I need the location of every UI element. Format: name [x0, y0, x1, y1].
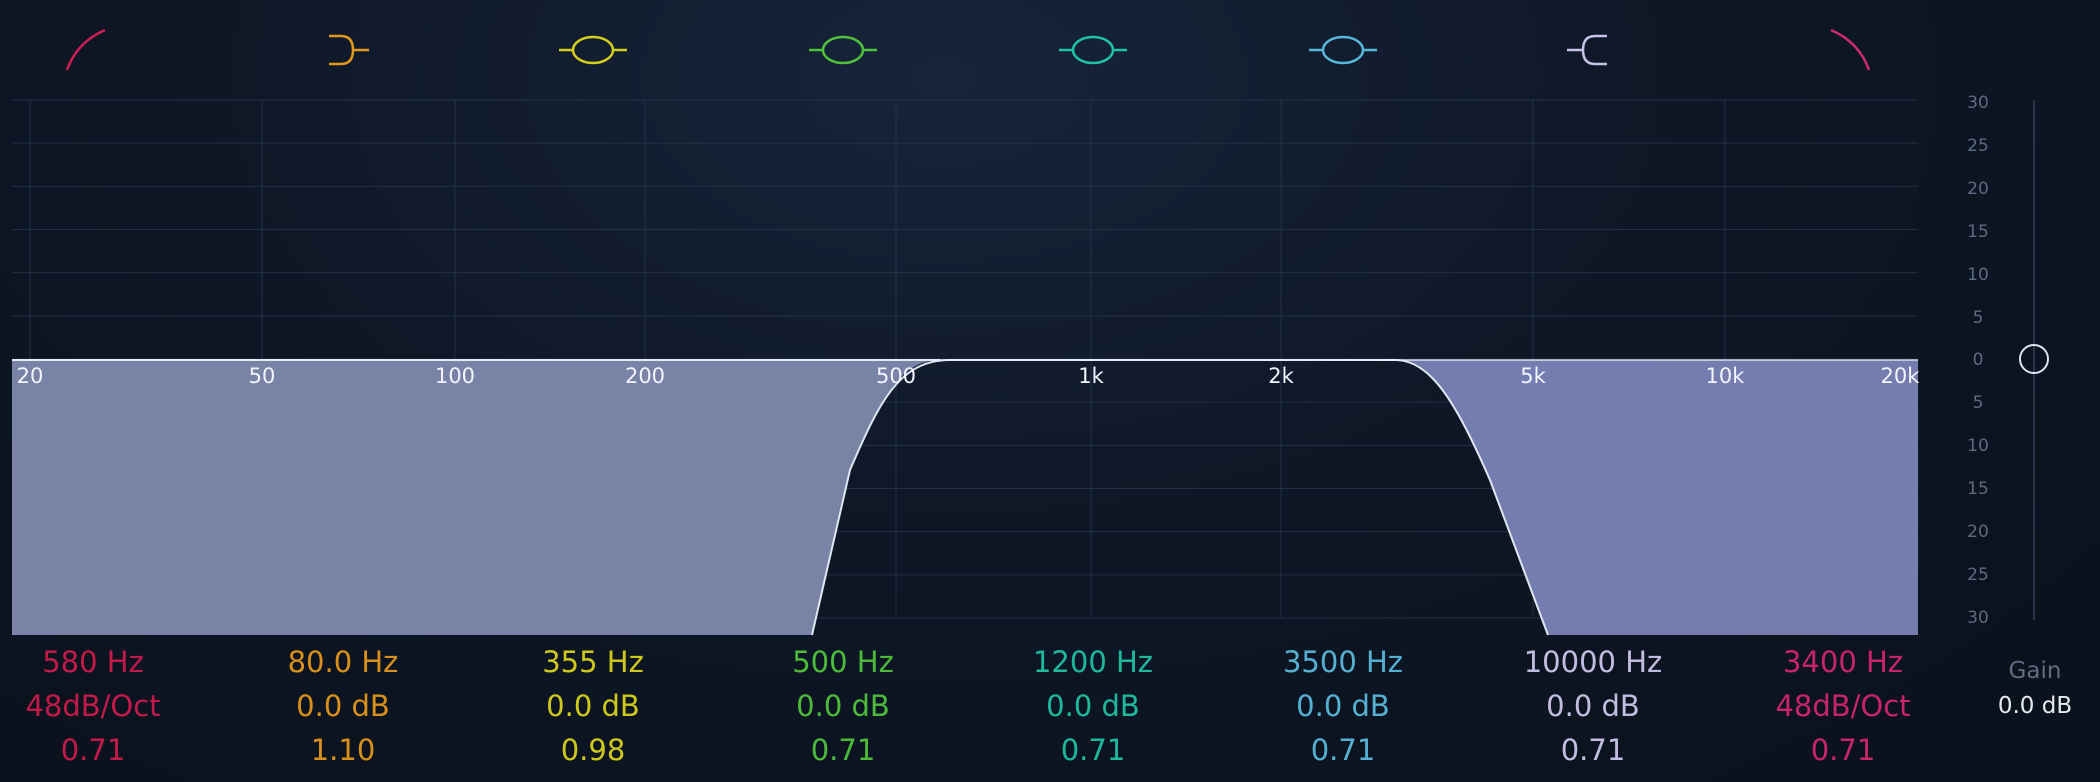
db-tick-label: 10 — [1967, 265, 1989, 285]
db-tick-label: 5 — [1972, 308, 1984, 328]
freq-tick-label: 10k — [1705, 364, 1745, 388]
freq-tick-label: 50 — [248, 364, 276, 388]
band-8-frequency[interactable]: 3400 Hz — [1723, 640, 1963, 684]
band-1-params: 580 Hz 48dB/Oct 0.71 — [0, 640, 213, 772]
band-6-q[interactable]: 0.71 — [1223, 728, 1463, 772]
band-1-frequency[interactable]: 580 Hz — [0, 640, 213, 684]
band-3-gain[interactable]: 0.0 dB — [473, 684, 713, 728]
band-6-params: 3500 Hz 0.0 dB 0.71 — [1223, 640, 1463, 772]
band-7-frequency[interactable]: 10000 Hz — [1473, 640, 1713, 684]
band-7-q[interactable]: 0.71 — [1473, 728, 1713, 772]
gain-value[interactable]: 0.0 dB — [1990, 693, 2080, 719]
band-4-q[interactable]: 0.71 — [723, 728, 963, 772]
band-4-params: 500 Hz 0.0 dB 0.71 — [723, 640, 963, 772]
band-3-frequency[interactable]: 355 Hz — [473, 640, 713, 684]
db-tick-label: 0 — [1972, 350, 1984, 370]
band-7-params: 10000 Hz 0.0 dB 0.71 — [1473, 640, 1713, 772]
band-3-params: 355 Hz 0.0 dB 0.98 — [473, 640, 713, 772]
db-tick-label: 5 — [1972, 393, 1984, 413]
band-2-low-shelf-icon[interactable] — [303, 24, 383, 76]
db-tick-label: 30 — [1967, 93, 1989, 113]
band-4-gain[interactable]: 0.0 dB — [723, 684, 963, 728]
band-1-high-pass-filter-icon[interactable] — [53, 24, 133, 76]
freq-tick-label: 200 — [624, 364, 666, 388]
gain-slider-knob[interactable] — [2019, 344, 2049, 374]
band-2-params: 80.0 Hz 0.0 dB 1.10 — [223, 640, 463, 772]
band-6-gain[interactable]: 0.0 dB — [1223, 684, 1463, 728]
freq-tick-label: 500 — [875, 364, 917, 388]
db-tick-label: 30 — [1967, 608, 1989, 628]
db-tick-label: 15 — [1967, 479, 1989, 499]
band-7-gain[interactable]: 0.0 dB — [1473, 684, 1713, 728]
db-tick-label: 25 — [1967, 565, 1989, 585]
band-3-q[interactable]: 0.98 — [473, 728, 713, 772]
db-tick-label: 15 — [1967, 222, 1989, 242]
band-6-bell-icon[interactable] — [1303, 24, 1383, 76]
band-8-slope[interactable]: 48dB/Oct — [1723, 684, 1963, 728]
db-tick-label: 20 — [1967, 522, 1989, 542]
freq-tick-label: 1k — [1078, 364, 1104, 388]
gain-label: Gain — [2008, 658, 2062, 684]
band-6-frequency[interactable]: 3500 Hz — [1223, 640, 1463, 684]
band-8-params: 3400 Hz 48dB/Oct 0.71 — [1723, 640, 1963, 772]
band-7-high-shelf-icon[interactable] — [1553, 24, 1633, 76]
freq-tick-label: 5k — [1520, 364, 1546, 388]
band-4-frequency[interactable]: 500 Hz — [723, 640, 963, 684]
band-2-gain[interactable]: 0.0 dB — [223, 684, 463, 728]
band-5-params: 1200 Hz 0.0 dB 0.71 — [973, 640, 1213, 772]
band-2-frequency[interactable]: 80.0 Hz — [223, 640, 463, 684]
band-1-q[interactable]: 0.71 — [0, 728, 213, 772]
band-4-bell-icon[interactable] — [803, 24, 883, 76]
band-2-q[interactable]: 1.10 — [223, 728, 463, 772]
filter-response-fill-low — [12, 360, 940, 635]
filter-response-fill-high — [1400, 360, 1918, 635]
band-5-bell-icon[interactable] — [1053, 24, 1133, 76]
freq-tick-label: 20k — [1880, 364, 1920, 388]
band-5-gain[interactable]: 0.0 dB — [973, 684, 1213, 728]
band-5-frequency[interactable]: 1200 Hz — [973, 640, 1213, 684]
freq-tick-label: 2k — [1268, 364, 1294, 388]
freq-tick-label: 100 — [434, 364, 476, 388]
band-1-slope[interactable]: 48dB/Oct — [0, 684, 213, 728]
db-tick-label: 25 — [1967, 136, 1989, 156]
band-5-q[interactable]: 0.71 — [973, 728, 1213, 772]
db-tick-label: 10 — [1967, 436, 1989, 456]
band-8-low-pass-filter-icon[interactable] — [1803, 24, 1883, 76]
band-8-q[interactable]: 0.71 — [1723, 728, 1963, 772]
band-3-bell-icon[interactable] — [553, 24, 633, 76]
freq-tick-label: 20 — [16, 364, 44, 388]
db-tick-label: 20 — [1967, 179, 1989, 199]
